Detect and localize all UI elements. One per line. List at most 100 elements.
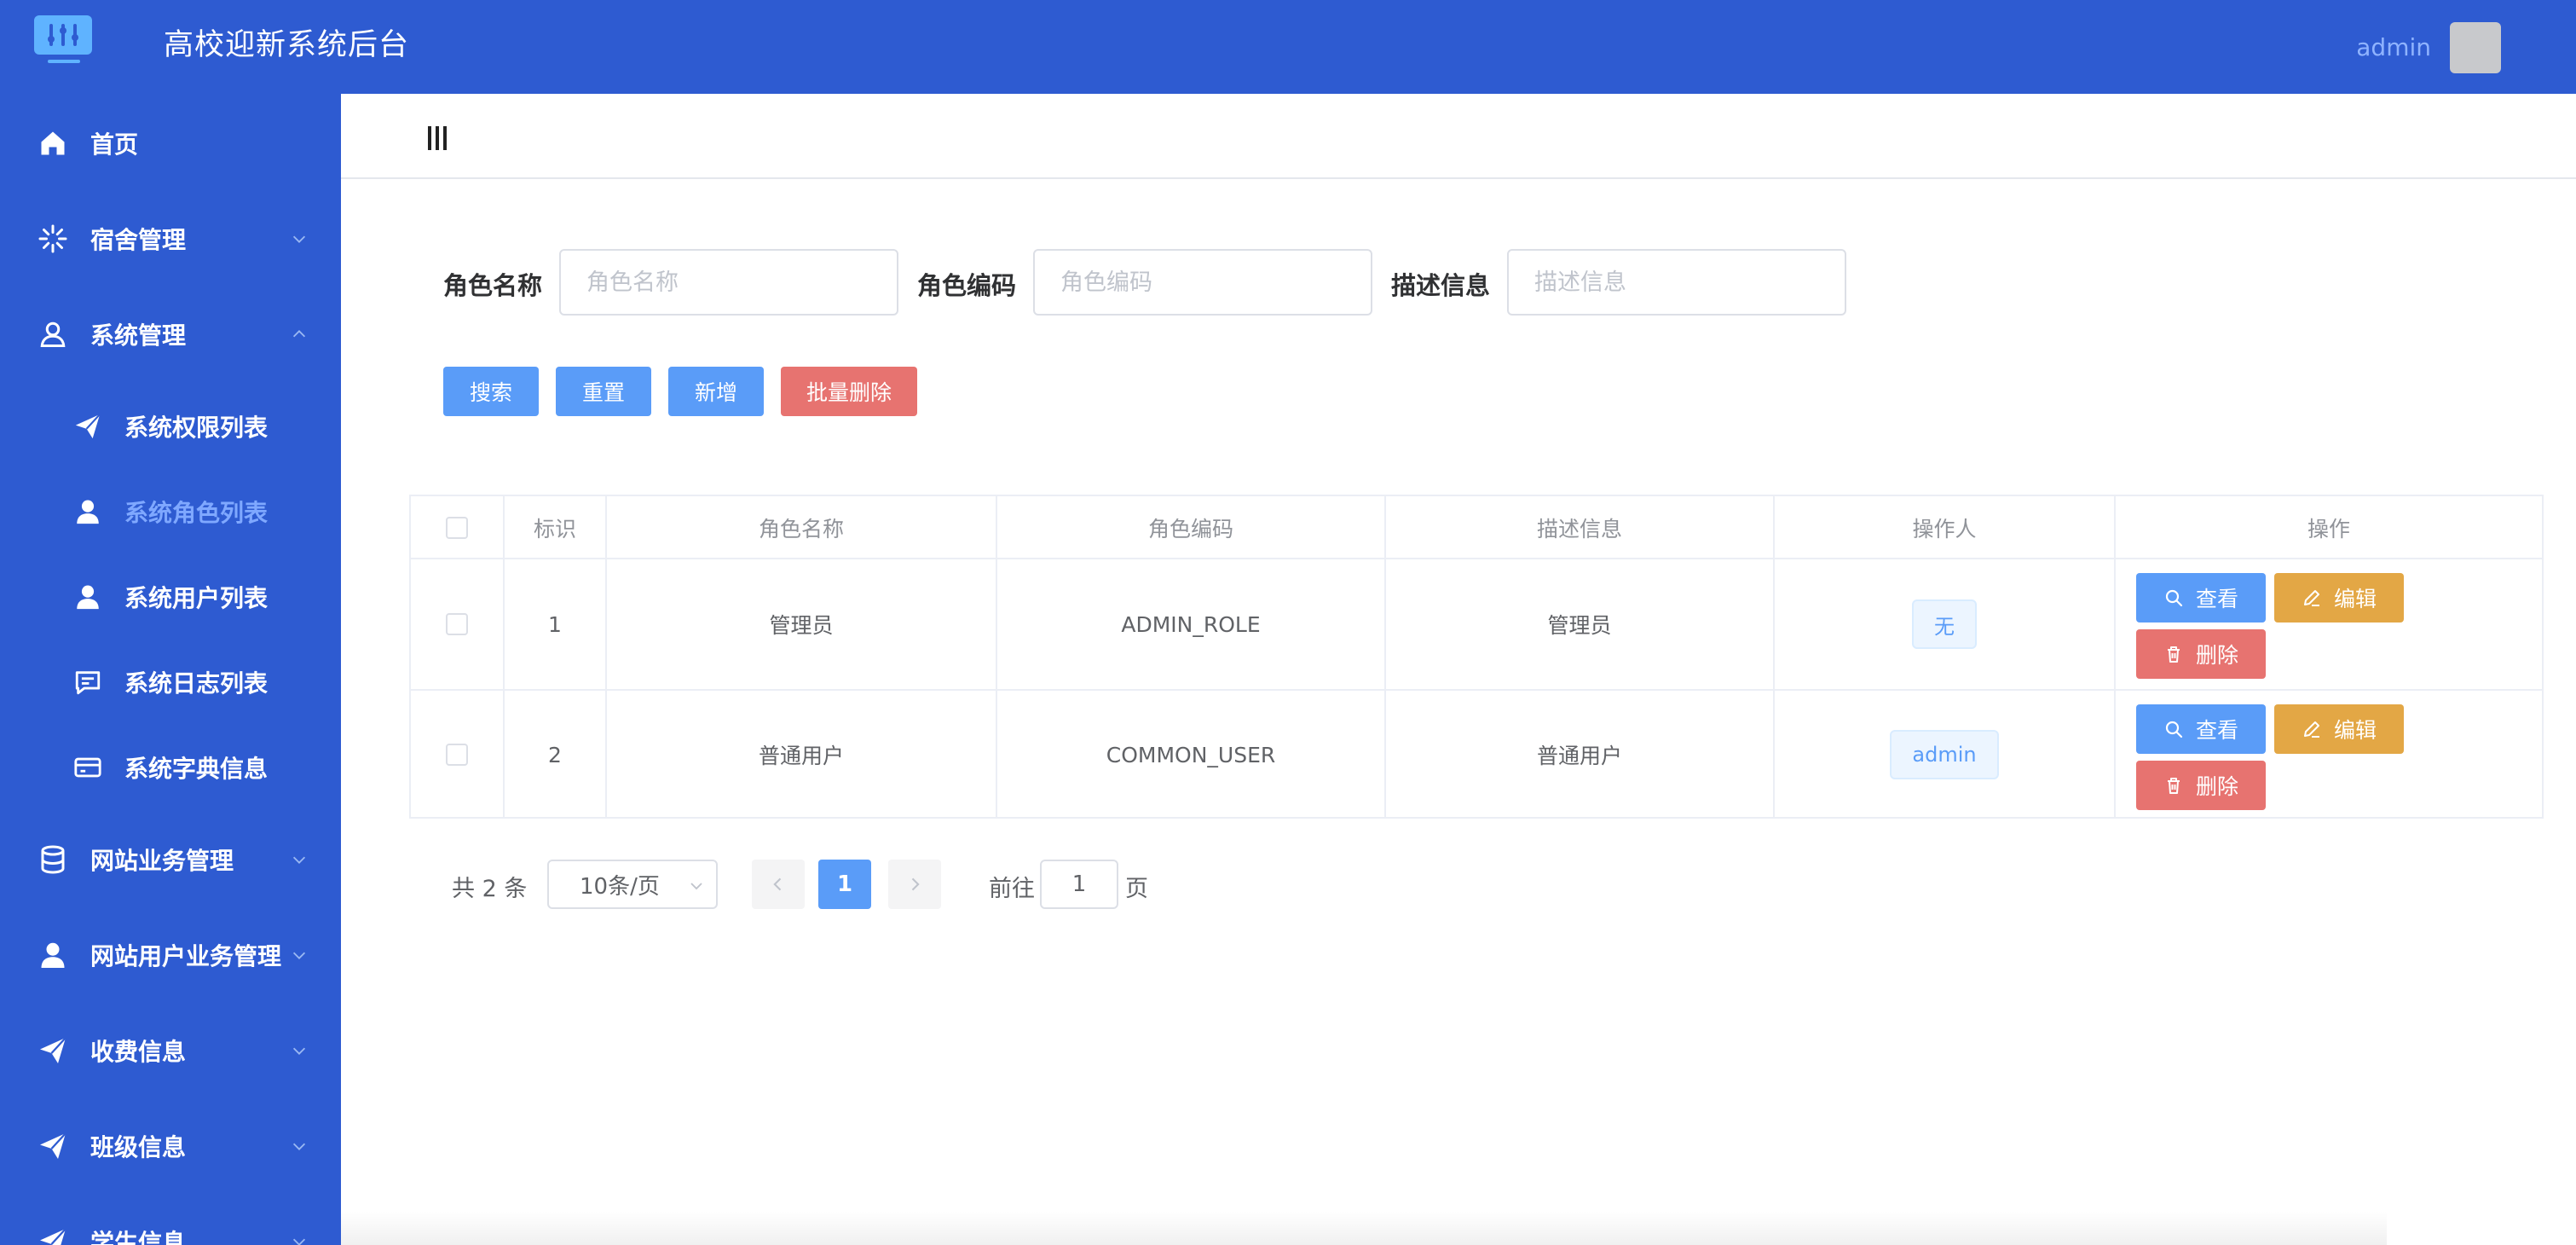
view-button[interactable]: 查看 (2136, 704, 2266, 754)
sidebar-item-permission-list[interactable]: 系统权限列表 (0, 384, 341, 469)
app-title: 高校迎新系统后台 (164, 28, 410, 62)
trash-icon (2167, 646, 2180, 663)
chevron-down-icon (690, 883, 702, 890)
operator-tag: admin (1890, 730, 1999, 779)
column-header-operator: 操作人 (1912, 517, 1977, 541)
sidebar-item-user-list[interactable]: 系统用户列表 (0, 554, 341, 640)
database-icon (41, 845, 65, 874)
cell-role-code: COMMON_USER (1106, 742, 1276, 767)
delete-button[interactable]: 删除 (2136, 629, 2266, 679)
batch-delete-button[interactable]: 批量删除 (781, 367, 917, 416)
chevron-right-icon (911, 877, 920, 891)
paper-plane-icon (40, 1228, 66, 1245)
chevron-up-icon (292, 330, 306, 338)
paper-plane-icon (75, 414, 101, 439)
prev-page-button[interactable] (752, 860, 805, 909)
goto-suffix: 页 (1125, 876, 1148, 902)
page-number-current[interactable]: 1 (818, 860, 871, 909)
next-page-button[interactable] (888, 860, 941, 909)
chevron-left-icon (773, 877, 782, 891)
sidebar-item-log-list[interactable]: 系统日志列表 (0, 640, 341, 725)
edit-pencil-icon (2303, 590, 2319, 606)
sidebar-item-classes[interactable]: 班级信息 (0, 1098, 341, 1194)
goto-page-input[interactable] (1040, 860, 1118, 909)
delete-button[interactable]: 删除 (2136, 761, 2266, 810)
sidebar-item-label: 首页 (90, 130, 139, 159)
chevron-down-icon (292, 952, 306, 959)
user-avatar[interactable] (2450, 22, 2501, 73)
search-button[interactable]: 搜索 (443, 367, 539, 416)
sidebar-item-students[interactable]: 学生信息 (0, 1194, 341, 1245)
user-solid-icon (77, 585, 99, 610)
description-input[interactable] (1507, 249, 1846, 316)
operator-tag: 无 (1912, 599, 1977, 649)
chevron-down-icon (292, 1143, 306, 1150)
app-logo-icon (32, 14, 95, 65)
home-icon (41, 131, 65, 155)
sidebar-item-system[interactable]: 系统管理 (0, 287, 341, 382)
paper-plane-icon (40, 1132, 66, 1159)
sidebar-item-label: 班级信息 (90, 1133, 187, 1161)
page-size-select[interactable]: 10条/页 (547, 860, 718, 909)
loading-icon (38, 224, 67, 253)
sidebar-item-label: 系统管理 (90, 321, 187, 350)
reset-button[interactable]: 重置 (556, 367, 651, 416)
chevron-down-icon (292, 856, 306, 864)
sidebar-item-site-user-business[interactable]: 网站用户业务管理 (0, 907, 341, 1003)
edit-button[interactable]: 编辑 (2274, 704, 2404, 754)
chevron-down-icon (292, 1238, 306, 1245)
column-header-description: 描述信息 (1536, 517, 1622, 541)
column-header-id: 标识 (533, 517, 576, 541)
sidebar-item-label: 收费信息 (90, 1038, 187, 1066)
role-name-input[interactable] (559, 249, 898, 316)
sidebar-item-label: 学生信息 (90, 1229, 187, 1245)
sidebar-item-dormitory[interactable]: 宿舍管理 (0, 191, 341, 287)
chevron-down-icon (292, 235, 306, 243)
role-code-label: 角色编码 (917, 271, 1017, 300)
sidebar-item-role-list[interactable]: 系统角色列表 (0, 469, 341, 554)
select-all-checkbox[interactable] (446, 517, 468, 539)
row-checkbox[interactable] (446, 744, 468, 766)
sidebar-item-label: 网站业务管理 (90, 847, 234, 875)
top-header: 高校迎新系统后台 admin (0, 0, 2576, 94)
user-solid-icon (77, 500, 99, 524)
user-outline-icon (40, 321, 66, 347)
chevron-down-icon (292, 1047, 306, 1055)
cell-description: 管理员 (1547, 613, 1612, 638)
sidebar-item-dictionary[interactable]: 系统字典信息 (0, 725, 341, 810)
sidebar-item-label: 系统权限列表 (124, 414, 269, 442)
search-icon (2165, 721, 2183, 738)
pagination-total: 共 2 条 (452, 876, 528, 902)
sidebar-item-label: 系统日志列表 (124, 669, 269, 698)
page-size-value: 10条/页 (580, 873, 660, 900)
cell-id: 2 (548, 742, 562, 767)
description-label: 描述信息 (1391, 271, 1491, 300)
main-content: 角色名称 角色编码 描述信息 搜索 重置 新增 批量删除 标识 角色名称 角色编… (341, 94, 2576, 1245)
trash-icon (2167, 778, 2180, 794)
edit-pencil-icon (2303, 721, 2319, 738)
collapse-menu-icon[interactable] (426, 124, 448, 152)
bottom-shadow (341, 1211, 2387, 1245)
role-code-input[interactable] (1033, 249, 1372, 316)
paper-plane-icon (40, 1037, 66, 1063)
chat-icon (75, 671, 101, 695)
roles-table: 标识 角色名称 角色编码 描述信息 操作人 操作 1 管理员 ADMIN_ROL… (409, 495, 2544, 819)
row-checkbox[interactable] (446, 613, 468, 635)
column-header-actions: 操作 (2307, 517, 2350, 541)
goto-prefix: 前往 (989, 876, 1035, 902)
cell-description: 普通用户 (1536, 744, 1622, 768)
current-user-name[interactable]: admin (2356, 31, 2431, 65)
sidebar-item-site-business[interactable]: 网站业务管理 (0, 812, 341, 907)
column-header-role-name: 角色名称 (758, 517, 844, 541)
cell-role-name: 管理员 (769, 613, 834, 638)
edit-button[interactable]: 编辑 (2274, 573, 2404, 622)
cell-id: 1 (548, 611, 562, 637)
pagination: 共 2 条 10条/页 1 前往 页 (452, 860, 1645, 911)
view-button[interactable]: 查看 (2136, 573, 2266, 622)
sidebar-menu: 首页 宿舍管理 系统管理 系统权限列表 系统角色列表 系统用户列表 系统日志列表… (0, 94, 341, 1245)
sidebar-item-home[interactable]: 首页 (0, 96, 341, 191)
sidebar-item-label: 网站用户业务管理 (90, 942, 282, 970)
content-toolbar (341, 94, 2576, 179)
sidebar-item-fees[interactable]: 收费信息 (0, 1003, 341, 1098)
add-button[interactable]: 新增 (668, 367, 764, 416)
